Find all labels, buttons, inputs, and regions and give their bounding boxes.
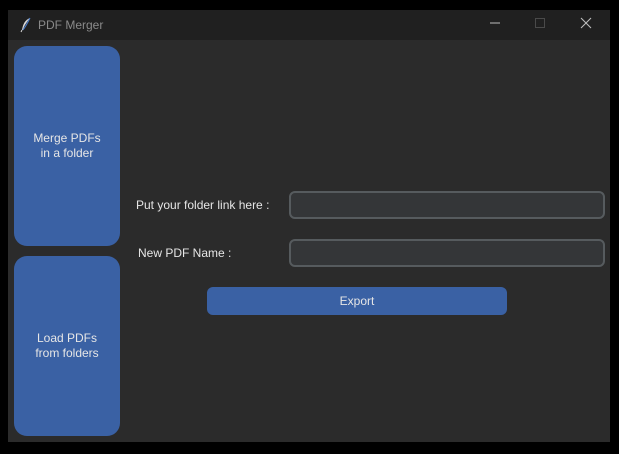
close-button[interactable] [563, 10, 609, 40]
folder-link-input[interactable] [289, 191, 605, 219]
app-window: PDF Merger Merge PDFs in a folder Load P… [8, 10, 610, 442]
feather-icon [19, 17, 33, 33]
load-pdfs-button[interactable]: Load PDFs from folders [14, 256, 120, 436]
maximize-button[interactable] [517, 10, 563, 40]
merge-pdfs-button[interactable]: Merge PDFs in a folder [14, 46, 120, 246]
minimize-button[interactable] [472, 10, 518, 40]
minimize-icon [489, 16, 501, 34]
title-bar[interactable]: PDF Merger [8, 10, 610, 40]
pdf-name-input[interactable] [289, 239, 605, 267]
pdf-name-label: New PDF Name : [138, 246, 232, 260]
folder-link-label: Put your folder link here : [136, 198, 270, 212]
export-button[interactable]: Export [207, 287, 507, 315]
maximize-icon [534, 16, 546, 34]
close-icon [580, 16, 592, 34]
window-title: PDF Merger [38, 18, 104, 32]
